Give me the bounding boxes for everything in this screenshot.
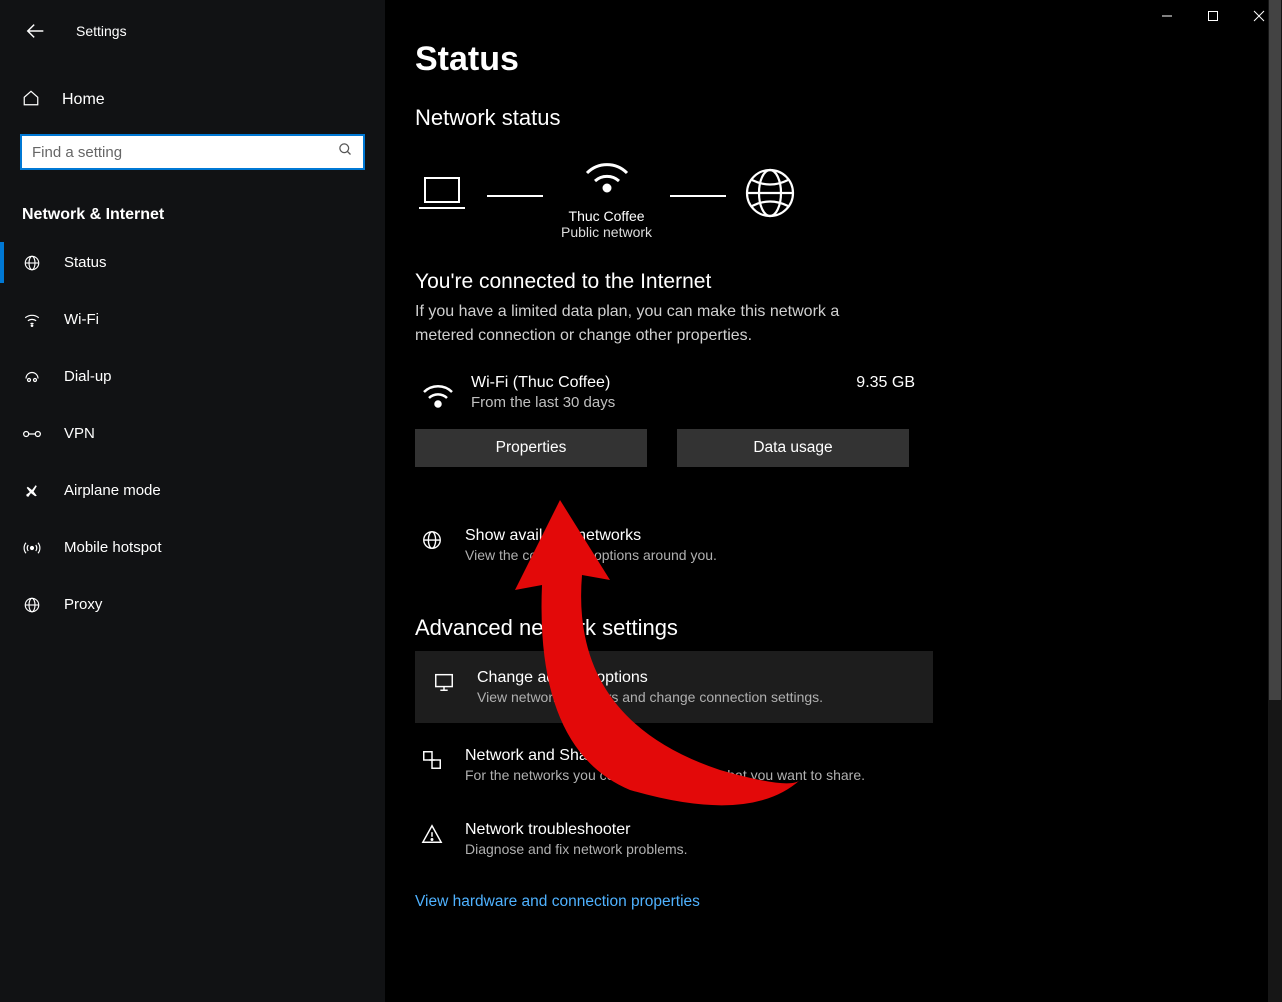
data-usage-button[interactable]: Data usage xyxy=(677,429,909,467)
advanced-heading: Advanced network settings xyxy=(415,615,1260,641)
sidebar-item-label: Mobile hotspot xyxy=(64,539,162,556)
link-title: Change adapter options xyxy=(477,669,917,687)
network-type: Public network xyxy=(561,224,652,240)
link-desc: Diagnose and fix network problems. xyxy=(465,841,929,857)
sidebar-item-vpn[interactable]: VPN xyxy=(0,405,385,462)
monitor-icon xyxy=(431,669,457,705)
sidebar-item-label: Wi-Fi xyxy=(64,311,99,328)
sidebar-item-home[interactable]: Home xyxy=(0,72,385,128)
link-desc: For the networks you connect to, decide … xyxy=(465,767,929,783)
sharing-center-link[interactable]: Network and Sharing Center For the netwo… xyxy=(415,733,933,797)
page-title: Status xyxy=(415,40,1260,79)
sidebar-item-label: Status xyxy=(64,254,107,271)
wifi-usage-row: Wi-Fi (Thuc Coffee) From the last 30 day… xyxy=(415,374,915,411)
link-title: Network troubleshooter xyxy=(465,821,929,839)
sidebar-category: Network & Internet xyxy=(0,206,385,224)
back-button[interactable] xyxy=(24,19,48,43)
link-desc: View the connection options around you. xyxy=(465,547,929,563)
wifi-icon xyxy=(22,311,42,329)
sidebar-home-label: Home xyxy=(62,91,105,109)
wifi-subtitle: From the last 30 days xyxy=(471,394,856,411)
wifi-icon xyxy=(415,374,471,408)
sidebar-item-dialup[interactable]: Dial-up xyxy=(0,348,385,405)
connected-description: If you have a limited data plan, you can… xyxy=(415,300,875,348)
change-adapter-link[interactable]: Change adapter options View network adap… xyxy=(415,651,933,723)
globe-icon xyxy=(22,596,42,614)
sidebar-item-label: Dial-up xyxy=(64,368,112,385)
maximize-button[interactable] xyxy=(1190,0,1236,32)
close-button[interactable] xyxy=(1236,0,1282,32)
globe-icon xyxy=(419,527,445,563)
network-status-heading: Network status xyxy=(415,105,1260,131)
properties-button[interactable]: Properties xyxy=(415,429,647,467)
sidebar-item-label: Proxy xyxy=(64,596,102,613)
globe-icon xyxy=(22,254,42,272)
search-input[interactable] xyxy=(32,144,338,161)
sidebar-item-hotspot[interactable]: Mobile hotspot xyxy=(0,519,385,576)
airplane-icon xyxy=(22,482,42,500)
show-networks-link[interactable]: Show available networks View the connect… xyxy=(415,513,933,577)
wifi-icon xyxy=(583,151,631,198)
home-icon xyxy=(22,89,42,112)
search-box[interactable] xyxy=(20,134,365,170)
scrollbar-thumb[interactable] xyxy=(1269,0,1281,700)
warning-icon xyxy=(419,821,445,857)
hotspot-icon xyxy=(22,539,42,557)
sidebar-item-wifi[interactable]: Wi-Fi xyxy=(0,291,385,348)
link-title: Show available networks xyxy=(465,527,929,545)
scrollbar-track[interactable] xyxy=(1268,0,1282,1002)
sharing-icon xyxy=(419,747,445,783)
data-used-value: 9.35 GB xyxy=(856,374,915,392)
link-desc: View network adapters and change connect… xyxy=(477,689,917,705)
sidebar: Settings Home Network & Internet Stat xyxy=(0,0,385,1002)
dialup-icon xyxy=(22,368,42,386)
vpn-icon xyxy=(22,427,42,441)
sidebar-item-label: VPN xyxy=(64,425,95,442)
window-title: Settings xyxy=(76,23,127,39)
sidebar-item-label: Airplane mode xyxy=(64,482,161,499)
hardware-properties-link[interactable]: View hardware and connection properties xyxy=(415,893,1260,911)
minimize-button[interactable] xyxy=(1144,0,1190,32)
network-diagram: Thuc Coffee Public network xyxy=(415,151,1260,240)
sidebar-item-airplane[interactable]: Airplane mode xyxy=(0,462,385,519)
link-title: Network and Sharing Center xyxy=(465,747,929,765)
globe-icon xyxy=(744,167,796,224)
connected-heading: You're connected to the Internet xyxy=(415,270,1260,294)
main-content: Status Network status Thuc Coffee Public… xyxy=(385,0,1282,1002)
laptop-icon xyxy=(415,172,469,219)
search-icon xyxy=(338,142,353,162)
wifi-title: Wi-Fi (Thuc Coffee) xyxy=(471,374,856,392)
troubleshooter-link[interactable]: Network troubleshooter Diagnose and fix … xyxy=(415,807,933,871)
sidebar-item-status[interactable]: Status xyxy=(0,234,385,291)
sidebar-item-proxy[interactable]: Proxy xyxy=(0,576,385,633)
window-controls xyxy=(1144,0,1282,32)
network-name: Thuc Coffee xyxy=(569,208,645,224)
